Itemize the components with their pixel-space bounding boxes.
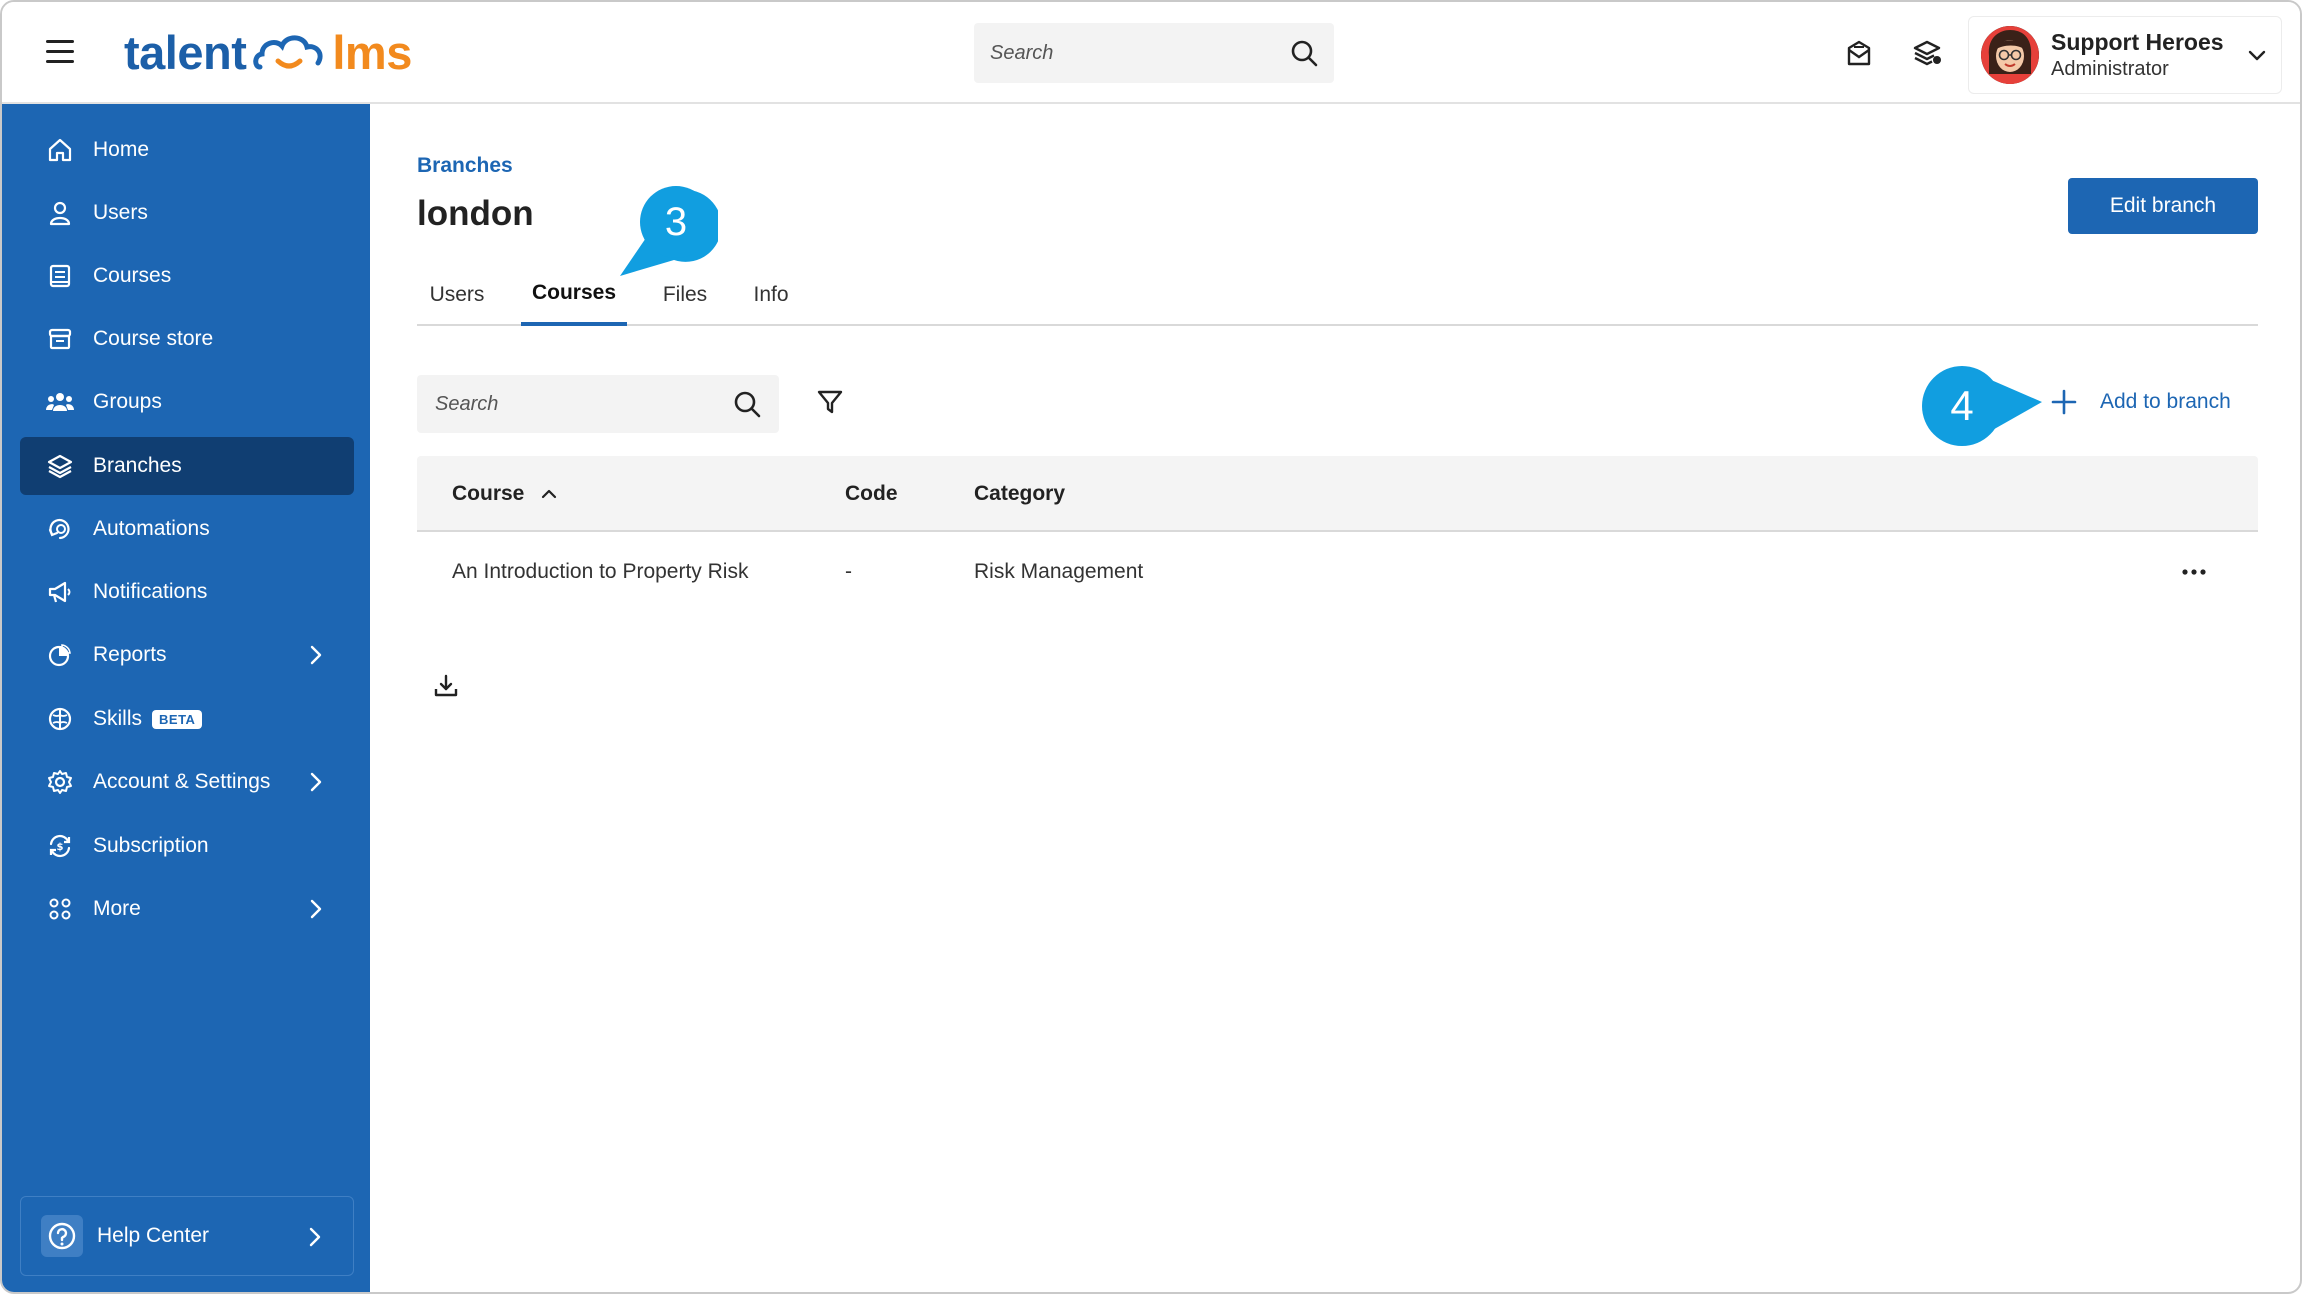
sidebar-item-label: Home — [93, 138, 150, 161]
tab-info[interactable]: Info — [741, 264, 801, 326]
cell-code: - — [845, 560, 852, 583]
add-to-branch-button[interactable]: Add to branch — [2048, 382, 2231, 422]
subscription-icon: $ — [46, 832, 74, 860]
global-search — [974, 23, 1334, 83]
talentlms-logo[interactable]: talent lms — [124, 22, 412, 82]
sidebar-item-skills[interactable]: Skills BETA — [20, 690, 354, 748]
book-icon — [46, 262, 74, 290]
pie-chart-icon — [46, 641, 74, 669]
sidebar-item-users[interactable]: Users — [20, 184, 354, 242]
chevron-right-icon — [304, 897, 328, 921]
group-icon — [46, 388, 74, 416]
add-to-branch-label: Add to branch — [2100, 390, 2231, 413]
table-row[interactable]: An Introduction to Property Risk - Risk … — [417, 532, 2258, 612]
sidebar-item-label: Subscription — [93, 834, 209, 857]
user-profile-menu[interactable]: Support Heroes Administrator — [1968, 16, 2282, 94]
sidebar-item-label: More — [93, 897, 141, 920]
user-name: Support Heroes — [2051, 29, 2224, 55]
sidebar-item-course-store[interactable]: Course store — [20, 310, 354, 368]
breadcrumb[interactable]: Branches — [417, 154, 513, 178]
search-icon[interactable] — [733, 390, 761, 418]
logo-text-lms: lms — [332, 25, 412, 79]
sidebar-item-home[interactable]: Home — [20, 121, 354, 179]
sidebar-item-groups[interactable]: Groups — [20, 373, 354, 431]
column-header-label: Course — [452, 482, 525, 505]
sidebar: Home Users Courses Course store Groups B… — [2, 104, 370, 1292]
courses-table: Course Code Category An Introduction to … — [417, 456, 2258, 612]
table-header: Course Code Category — [417, 456, 2258, 532]
sidebar-item-label: Skills — [93, 707, 143, 730]
courses-search — [417, 375, 779, 433]
logo-text-talent: talent — [124, 25, 247, 79]
tab-users[interactable]: Users — [417, 264, 497, 326]
help-icon — [41, 1215, 83, 1257]
sidebar-item-branches[interactable]: Branches — [20, 437, 354, 495]
cell-category: Risk Management — [974, 560, 1144, 583]
store-icon — [46, 325, 74, 353]
sidebar-item-label: Users — [93, 201, 148, 224]
column-header-code[interactable]: Code — [845, 456, 898, 532]
switch-role-layers-icon[interactable] — [1910, 36, 1944, 70]
help-center-button[interactable]: Help Center — [20, 1196, 354, 1276]
layers-icon — [46, 452, 74, 480]
chevron-right-icon — [304, 643, 328, 667]
step-4-number: 4 — [1950, 382, 1973, 429]
column-header-course[interactable]: Course — [452, 456, 560, 532]
step-3-number: 3 — [665, 200, 687, 244]
app-window: talent lms Search Support Heroes Adminis… — [0, 0, 2302, 1294]
sidebar-item-label: Automations — [93, 517, 210, 540]
hamburger-menu-icon[interactable] — [46, 40, 74, 64]
sidebar-item-label: Reports — [93, 643, 167, 666]
chevron-right-icon — [304, 770, 328, 794]
global-search-input[interactable] — [990, 41, 1290, 65]
sidebar-item-label: Notifications — [93, 580, 208, 603]
user-role: Administrator — [2051, 58, 2169, 80]
brain-icon — [46, 705, 74, 733]
sidebar-item-automations[interactable]: Automations — [20, 500, 354, 558]
column-header-category[interactable]: Category — [974, 456, 1065, 532]
sidebar-item-courses[interactable]: Courses — [20, 247, 354, 305]
sidebar-item-label: Course store — [93, 327, 214, 350]
download-icon[interactable] — [430, 670, 462, 702]
top-header: talent lms Search Support Heroes Adminis… — [2, 2, 2300, 104]
sidebar-item-label: Groups — [93, 390, 162, 413]
sidebar-item-notifications[interactable]: Notifications — [20, 563, 354, 621]
step-3-callout: 3 — [620, 186, 718, 276]
sidebar-item-label: Courses — [93, 264, 172, 287]
step-4-callout: 4 — [1922, 366, 2042, 446]
megaphone-icon — [46, 578, 74, 606]
courses-search-input[interactable] — [435, 392, 733, 416]
sidebar-item-label: Account & Settings — [93, 770, 271, 793]
plus-icon — [2048, 386, 2080, 418]
page-title: london — [417, 194, 534, 233]
home-icon — [46, 136, 74, 164]
logo-cloud-icon — [253, 35, 323, 70]
more-options-icon[interactable] — [2178, 558, 2210, 586]
user-icon — [46, 199, 74, 227]
beta-badge: BETA — [152, 709, 203, 729]
filter-icon[interactable] — [814, 386, 846, 418]
sidebar-item-reports[interactable]: Reports — [20, 626, 354, 684]
messages-icon[interactable] — [1842, 36, 1876, 70]
search-icon[interactable] — [1290, 39, 1318, 67]
chevron-down-icon[interactable] — [2245, 43, 2269, 67]
sidebar-item-label: Branches — [93, 454, 182, 477]
sidebar-item-more[interactable]: More — [20, 880, 354, 938]
help-center-label: Help Center — [97, 1224, 210, 1247]
sort-ascending-icon[interactable] — [538, 483, 560, 505]
grid-icon — [46, 895, 74, 923]
svg-text:$: $ — [57, 842, 64, 853]
chevron-right-icon — [303, 1225, 327, 1249]
gear-icon — [46, 768, 74, 796]
sidebar-item-subscription[interactable]: $ Subscription — [20, 817, 354, 875]
automation-icon — [46, 515, 74, 543]
cell-course[interactable]: An Introduction to Property Risk — [452, 532, 748, 612]
avatar — [1981, 26, 2039, 84]
edit-branch-button[interactable]: Edit branch — [2068, 178, 2258, 234]
sidebar-item-account-settings[interactable]: Account & Settings — [20, 753, 354, 811]
